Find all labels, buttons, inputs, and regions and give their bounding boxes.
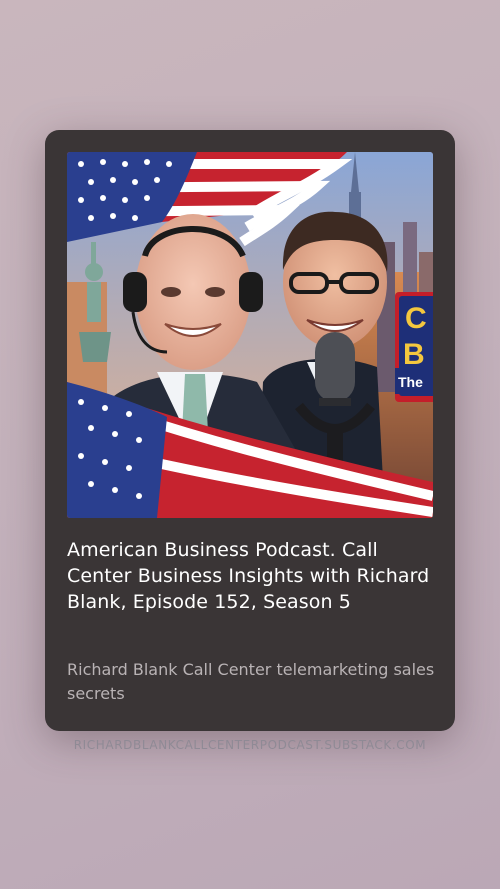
episode-title[interactable]: American Business Podcast. Call Center B… — [67, 537, 437, 615]
cover-word-the: The — [398, 374, 423, 390]
episode-subtitle: Richard Blank Call Center telemarketing … — [67, 660, 435, 703]
cover-art-illustration: C B The — [67, 152, 433, 518]
cover-letter-b: B — [403, 338, 425, 371]
podcast-card[interactable]: C B The American Business Podcast. Call … — [45, 130, 455, 731]
podcast-cover-art[interactable]: C B The — [67, 152, 433, 518]
source-domain-link[interactable]: RICHARDBLANKCALLCENTERPODCAST.SUBSTACK.C… — [0, 738, 500, 752]
cover-letter-c: C — [405, 302, 427, 335]
